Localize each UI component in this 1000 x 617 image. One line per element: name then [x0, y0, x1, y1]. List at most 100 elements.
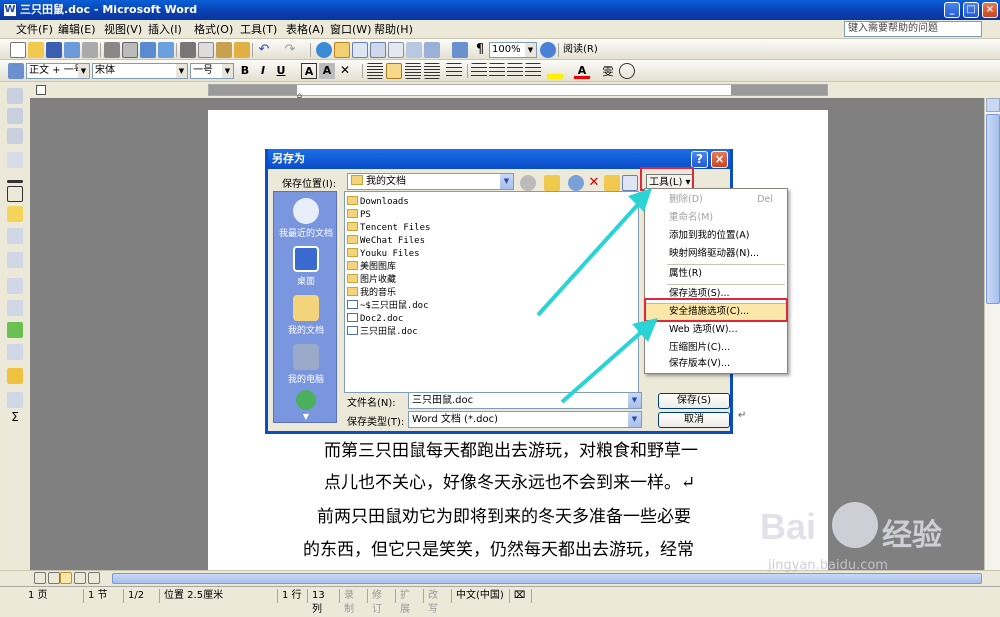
- menu-item-properties[interactable]: 属性(R): [645, 265, 787, 283]
- new-document-icon[interactable]: [10, 42, 26, 58]
- place-my-documents[interactable]: 我的文档: [274, 293, 338, 341]
- tool-icon[interactable]: [7, 368, 23, 384]
- web-view-icon[interactable]: [48, 572, 60, 584]
- document-text-line[interactable]: 的东西，但它只是笑笑，仍然每天都出去游玩，经常: [303, 535, 694, 560]
- permission-icon[interactable]: [64, 42, 80, 58]
- sort-icon[interactable]: [7, 392, 23, 408]
- print-preview-icon[interactable]: [122, 42, 138, 58]
- format-painter-icon[interactable]: [234, 42, 250, 58]
- save-disk-icon[interactable]: [46, 42, 62, 58]
- filename-input[interactable]: 三只田鼠.doc ▼: [408, 392, 642, 409]
- list-item[interactable]: Doc2.doc: [347, 313, 403, 326]
- line-icon[interactable]: [7, 180, 23, 183]
- insert-excel-icon[interactable]: [370, 42, 386, 58]
- scroll-up-icon[interactable]: [986, 98, 1000, 112]
- align-right-icon[interactable]: [405, 63, 421, 79]
- back-icon[interactable]: [520, 175, 536, 191]
- bold-button[interactable]: B: [237, 63, 253, 79]
- list-item[interactable]: WeChat Files: [347, 235, 425, 248]
- redo-icon[interactable]: ↷: [282, 42, 298, 58]
- menu-format[interactable]: 格式(O): [194, 22, 233, 37]
- outline-view-icon[interactable]: [74, 572, 86, 584]
- menu-tools[interactable]: 工具(T): [240, 22, 277, 37]
- list-item[interactable]: 美图图库: [347, 261, 396, 274]
- list-item[interactable]: Downloads: [347, 196, 409, 209]
- undo-icon[interactable]: ↶: [256, 42, 272, 58]
- tool-icon[interactable]: [7, 152, 23, 168]
- italic-button[interactable]: I: [255, 63, 271, 79]
- align-left-icon[interactable]: [367, 63, 383, 79]
- spelling-icon[interactable]: [140, 42, 156, 58]
- tool-icon[interactable]: [7, 128, 23, 144]
- rectangle-icon[interactable]: [7, 186, 23, 202]
- email-icon[interactable]: [82, 42, 98, 58]
- menu-window[interactable]: 窗口(W): [330, 22, 371, 37]
- list-item[interactable]: 我的音乐: [347, 287, 396, 300]
- tool-icon[interactable]: [7, 228, 23, 244]
- tool-icon[interactable]: [7, 322, 23, 338]
- enclose-char-icon[interactable]: [619, 63, 635, 79]
- sum-icon[interactable]: Σ: [7, 410, 23, 426]
- font-select[interactable]: 宋体 ▼: [92, 63, 188, 79]
- paragraph-mark-icon[interactable]: ¶: [472, 42, 488, 58]
- maximize-button[interactable]: □: [963, 2, 979, 18]
- increase-indent-icon[interactable]: [525, 63, 541, 79]
- list-item[interactable]: 三只田鼠.doc: [347, 326, 418, 339]
- print-layout-icon[interactable]: [60, 572, 72, 584]
- search-web-icon[interactable]: [568, 175, 584, 191]
- save-button[interactable]: 保存(S): [658, 393, 730, 409]
- views-icon[interactable]: [622, 175, 638, 191]
- list-item[interactable]: Tencent Files: [347, 222, 430, 235]
- menu-item-delete[interactable]: 删除(D) Del: [645, 191, 787, 209]
- document-map-icon[interactable]: [424, 42, 440, 58]
- menu-item-map-drive[interactable]: 映射网络驱动器(N)...: [645, 245, 787, 263]
- status-track[interactable]: 修订: [368, 589, 396, 615]
- font-size-select[interactable]: 一号 ▼: [190, 63, 234, 79]
- zoom-select[interactable]: 100% ▼: [489, 42, 537, 58]
- dialog-help-icon[interactable]: ?: [691, 151, 708, 168]
- scroll-thumb[interactable]: [986, 114, 1000, 304]
- read-mode-button[interactable]: 阅读(R): [563, 42, 598, 58]
- normal-view-icon[interactable]: [34, 572, 46, 584]
- cancel-button[interactable]: 取消: [658, 412, 730, 428]
- menu-file[interactable]: 文件(F): [16, 22, 53, 37]
- minimize-button[interactable]: _: [944, 2, 960, 18]
- tool-icon[interactable]: [7, 88, 23, 104]
- hyperlink-icon[interactable]: [316, 42, 332, 58]
- style-select[interactable]: 正文 + 一号 ▼: [26, 63, 90, 79]
- reading-view-icon[interactable]: [88, 572, 100, 584]
- drawing-icon[interactable]: [406, 42, 422, 58]
- menu-insert[interactable]: 插入(I): [148, 22, 182, 37]
- place-my-computer[interactable]: 我的电脑: [274, 342, 338, 390]
- tool-icon[interactable]: [7, 278, 23, 294]
- list-item[interactable]: ~$三只田鼠.doc: [347, 300, 429, 313]
- cut-icon[interactable]: [180, 42, 196, 58]
- spelling-status-icon[interactable]: ⌧: [510, 589, 532, 603]
- tool-icon[interactable]: [7, 344, 23, 360]
- line-spacing-icon[interactable]: [446, 63, 462, 79]
- show-hide-icon[interactable]: [452, 42, 468, 58]
- list-item[interactable]: PS: [347, 209, 371, 222]
- char-border-button[interactable]: A: [301, 63, 317, 79]
- highlight-icon[interactable]: [547, 63, 563, 79]
- columns-icon[interactable]: [388, 42, 404, 58]
- tool-icon[interactable]: [7, 252, 23, 268]
- list-item[interactable]: Youku Files: [347, 248, 420, 261]
- help-icon[interactable]: [540, 42, 556, 58]
- copy-icon[interactable]: [198, 42, 214, 58]
- tables-borders-icon[interactable]: [334, 42, 350, 58]
- ruler-scale[interactable]: ⌂: [208, 84, 828, 100]
- align-center-icon[interactable]: [386, 63, 402, 79]
- document-text-line[interactable]: 点儿也不关心，好像冬天永远也不会到来一样。↵: [324, 468, 695, 493]
- status-record[interactable]: 录制: [340, 589, 368, 615]
- place-network[interactable]: ▼: [274, 388, 338, 422]
- dialog-close-icon[interactable]: ×: [711, 151, 728, 168]
- decrease-indent-icon[interactable]: [507, 63, 523, 79]
- numbering-icon[interactable]: [471, 63, 487, 79]
- menu-table[interactable]: 表格(A): [286, 22, 324, 37]
- menu-item-add-to-places[interactable]: 添加到我的位置(A): [645, 227, 787, 245]
- menu-item-web-options[interactable]: Web 选项(W)...: [645, 321, 787, 339]
- research-icon[interactable]: [158, 42, 174, 58]
- underline-button[interactable]: U: [273, 63, 289, 79]
- scroll-down-icon[interactable]: ▼: [303, 412, 309, 421]
